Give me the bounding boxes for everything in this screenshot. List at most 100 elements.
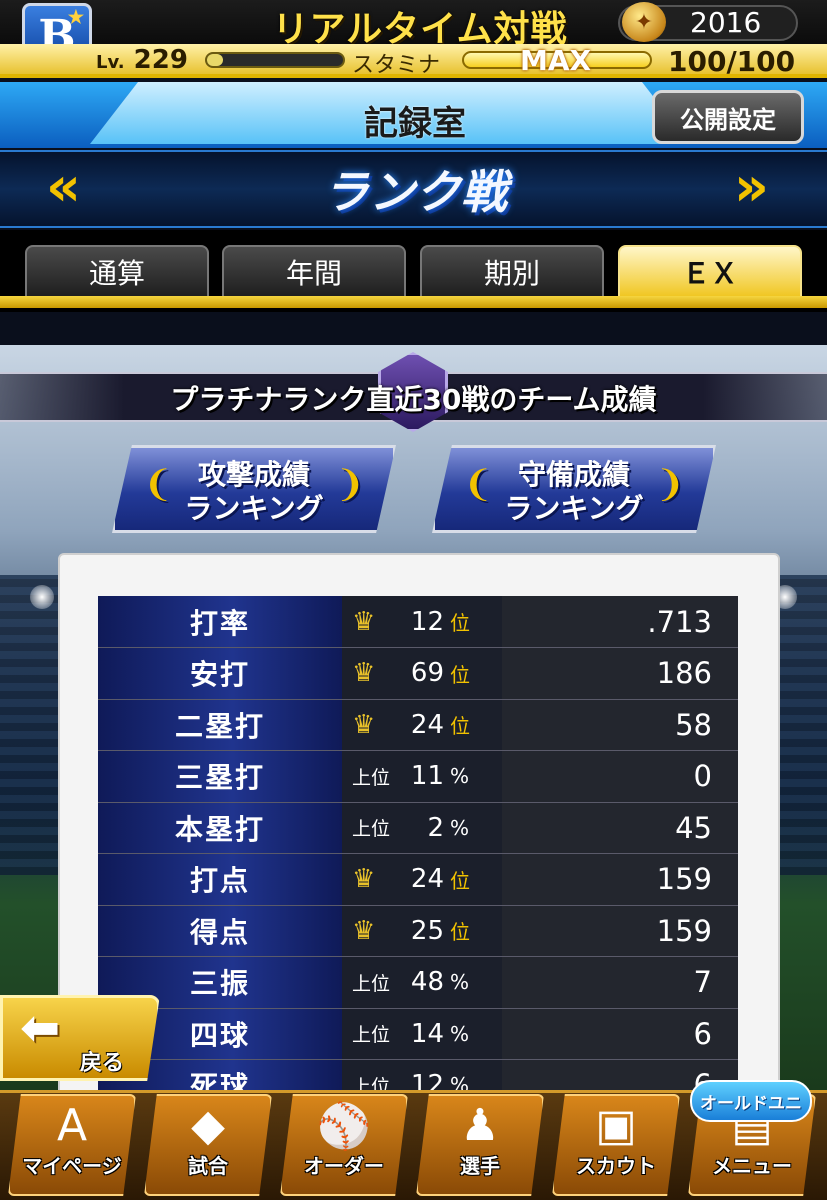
nav-order-label[interactable]: オーダー <box>280 1150 408 1179</box>
top-percent-label: 上位 <box>352 766 391 789</box>
crown-icon: ♛ <box>352 915 376 946</box>
stat-value: 0 <box>502 750 738 803</box>
defense-ranking-button[interactable]: ❨ 守備成績 ランキング ❩ <box>432 445 716 533</box>
stat-rank-number: 14 <box>410 1018 444 1049</box>
back-arrow-icon[interactable]: ⬅ <box>20 1000 60 1056</box>
stat-rank-number: 48 <box>410 967 444 998</box>
stat-value: 186 <box>502 647 738 700</box>
percent-unit: % <box>450 815 470 840</box>
top-percent-label: 上位 <box>352 972 391 995</box>
top-percent-label: 上位 <box>352 818 391 841</box>
stats-row: 本塁打 上位 2% 45 <box>98 802 738 854</box>
crown-icon: ♛ <box>352 606 376 637</box>
level-display: Lv. 229 <box>96 45 188 75</box>
stat-rank-number: 24 <box>410 864 444 895</box>
stat-rank: 上位 48% <box>342 957 502 1008</box>
stats-row: 三振 上位 48% 7 <box>98 956 738 1009</box>
stat-rank-cell: ♛ 12 位 <box>342 596 502 648</box>
percent-unit: % <box>450 764 470 789</box>
stat-rank-number: 12 <box>410 606 444 637</box>
stats-row: 得点 ♛ 25 位 159 <box>98 905 738 957</box>
back-button-label[interactable]: 戻る <box>80 1045 124 1077</box>
stats-row: 安打 ♛ 69 位 186 <box>98 647 738 700</box>
tab-yearly[interactable]: 年間 <box>222 245 406 297</box>
stat-value: 159 <box>502 853 738 906</box>
laurel-icon: ❨ <box>463 464 494 505</box>
stats-row: 四球 上位 14% 6 <box>98 1008 738 1060</box>
laurel-icon: ❩ <box>334 464 365 505</box>
stat-name: 安打 <box>98 647 342 700</box>
offense-ranking-button[interactable]: ❨ 攻撃成績 ランキング ❩ <box>112 445 396 533</box>
stat-rank-cell: ♛ 69 位 <box>342 647 502 700</box>
stat-rank: ♛ 25 位 <box>342 906 502 957</box>
laurel-icon: ❨ <box>143 464 174 505</box>
nav-notification-badge: オールドユニ <box>690 1080 812 1122</box>
tab-period[interactable]: 期別 <box>420 245 604 297</box>
rank-unit: 位 <box>450 662 470 687</box>
stat-value: 6 <box>502 1008 738 1060</box>
stat-rank-number: 11 <box>410 761 444 792</box>
nav-match-label[interactable]: 試合 <box>144 1150 272 1179</box>
stat-rank-number: 25 <box>410 915 444 946</box>
percent-unit: % <box>450 970 470 995</box>
nav-players-label[interactable]: 選手 <box>416 1150 544 1179</box>
crown-icon: ♛ <box>352 709 376 740</box>
stat-rank: ♛ 12 位 <box>342 596 502 647</box>
stats-table: 打率 ♛ 12 位 .713 安打 ♛ 69 位 186 二塁打 ♛ 24 位 58 三塁打 上位 11% 0 本塁打… <box>98 596 738 1112</box>
rank-unit: 位 <box>450 920 470 945</box>
mode-name-logo: ランク戦 <box>323 165 507 219</box>
nav-menu-label[interactable]: メニュー <box>688 1150 816 1179</box>
stat-rank-cell: 上位 14% <box>342 1008 502 1060</box>
tab-underline <box>0 296 827 308</box>
stat-rank-number: 69 <box>410 658 444 689</box>
nav-scout-icon[interactable]: ▣ <box>552 1100 680 1151</box>
next-mode-arrow-icon[interactable]: » <box>734 160 769 214</box>
stat-rank: ♛ 24 位 <box>342 854 502 905</box>
nav-mypage-icon[interactable]: A <box>8 1100 136 1151</box>
stats-row: 打点 ♛ 24 位 159 <box>98 853 738 906</box>
stat-rank-number: 2 <box>427 812 444 843</box>
publish-settings-button[interactable]: 公開設定 <box>652 90 804 144</box>
nav-mypage-label[interactable]: マイページ <box>8 1150 136 1179</box>
nav-scout-label[interactable]: スカウト <box>552 1150 680 1179</box>
stat-rank-cell: ♛ 25 位 <box>342 905 502 957</box>
stat-name: 三塁打 <box>98 750 342 803</box>
crown-icon: ♛ <box>352 658 376 689</box>
stadium-light-icon <box>30 585 54 609</box>
stat-name: 打点 <box>98 853 342 906</box>
stat-rank-cell: ♛ 24 位 <box>342 699 502 751</box>
stamina-max-label: MAX <box>520 44 592 77</box>
stat-value: 7 <box>502 956 738 1009</box>
stamina-value: 100/100 <box>668 45 796 78</box>
stat-rank-cell: 上位 11% <box>342 750 502 803</box>
stat-rank: 上位 11% <box>342 751 502 802</box>
coin-value: 2016 <box>690 6 762 39</box>
rank-unit: 位 <box>450 868 470 893</box>
stat-rank-cell: 上位 48% <box>342 956 502 1009</box>
nav-order-icon[interactable]: ⚾ <box>280 1100 408 1152</box>
rank-unit: 位 <box>450 714 470 739</box>
previous-mode-arrow-icon[interactable]: « <box>46 160 81 214</box>
tab-total[interactable]: 通算 <box>25 245 209 297</box>
stat-rank: ♛ 24 位 <box>342 700 502 751</box>
stat-name: 本塁打 <box>98 802 342 854</box>
nav-players-icon[interactable]: ♟ <box>416 1100 544 1151</box>
stats-row: 打率 ♛ 12 位 .713 <box>98 596 738 648</box>
coin-icon: ✦ <box>622 2 666 42</box>
nav-match-icon[interactable]: ◆ <box>144 1100 272 1151</box>
exp-progress-bar <box>205 52 345 68</box>
stat-rank-cell: ♛ 24 位 <box>342 853 502 906</box>
stat-rank-number: 24 <box>410 709 444 740</box>
stat-rank: 上位 14% <box>342 1009 502 1060</box>
stat-rank: 上位 2% <box>342 803 502 854</box>
stat-name: 打率 <box>98 596 342 648</box>
stat-value: .713 <box>502 596 738 648</box>
stats-row: 二塁打 ♛ 24 位 58 <box>98 699 738 751</box>
rank-unit: 位 <box>450 611 470 635</box>
exp-progress-fill <box>207 54 224 66</box>
percent-unit: % <box>450 1021 470 1046</box>
stat-rank: ♛ 69 位 <box>342 648 502 699</box>
tab-ex[interactable]: ＥＸ <box>618 245 802 297</box>
laurel-icon: ❩ <box>654 464 685 505</box>
crown-icon: ♛ <box>352 864 376 895</box>
